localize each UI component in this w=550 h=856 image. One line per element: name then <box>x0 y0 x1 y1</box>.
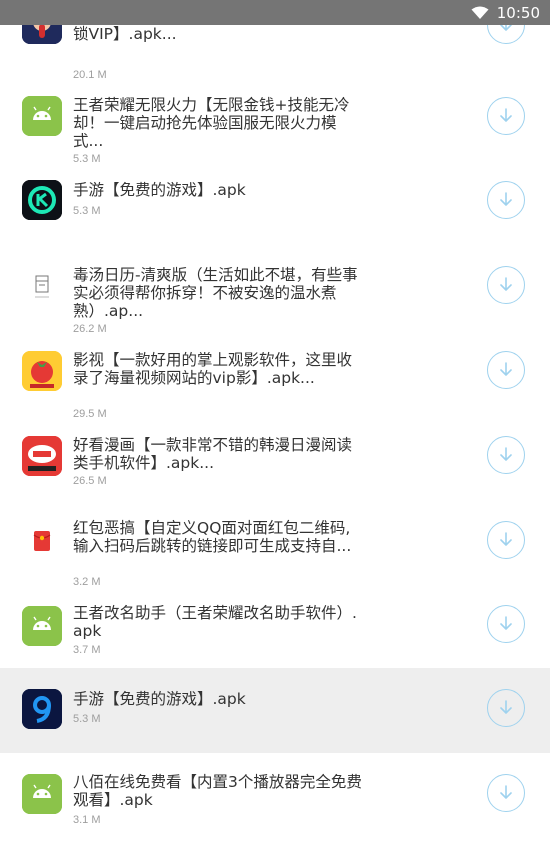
item-title: 八佰在线免费看【内置3个播放器完全免费观看】.apk <box>73 773 362 809</box>
game-9-icon <box>22 689 62 729</box>
download-button[interactable] <box>487 605 525 643</box>
item-title: 毒汤日历-清爽版（生活如此不堪，有些事实必须得帮你拆穿！不被安逸的温水煮熟）.a… <box>73 266 358 320</box>
wifi-icon <box>471 6 489 19</box>
list-item[interactable]: 王者荣耀无限火力【无限金钱+技能无冷却！一键启动抢先体验国服无限火力模式... … <box>0 88 550 173</box>
download-button[interactable] <box>487 181 525 219</box>
calendar-icon <box>22 266 62 306</box>
list-item[interactable]: 手游【免费的游戏】.apk 5.3 M <box>0 173 550 258</box>
list-item[interactable]: 红包恶搞【自定义QQ面对面红包二维码,输入扫码后跳转的链接即可生成支持自... … <box>0 513 550 598</box>
item-size: 3.7 M <box>73 644 101 656</box>
item-size: 5.3 M <box>73 713 101 725</box>
clock: 10:50 <box>496 3 540 22</box>
android-icon <box>22 774 62 814</box>
download-button[interactable] <box>487 774 525 812</box>
item-size: 26.2 M <box>73 323 107 335</box>
android-icon <box>22 606 62 646</box>
download-button[interactable] <box>487 351 525 389</box>
game-k-icon <box>22 180 62 220</box>
status-bar: 10:50 <box>0 0 550 25</box>
tomato-icon <box>22 351 62 391</box>
download-icon <box>500 362 512 376</box>
download-button[interactable] <box>487 266 525 304</box>
download-icon <box>500 785 512 799</box>
list-item-selected[interactable]: 手游【免费的游戏】.apk 5.3 M <box>0 668 550 753</box>
download-icon <box>500 616 512 630</box>
item-title: 好看漫画【一款非常不错的韩漫日漫阅读类手机软件】.apk... <box>73 436 353 472</box>
download-icon <box>500 192 512 206</box>
item-size: 26.5 M <box>73 475 107 487</box>
status-right: 10:50 <box>471 0 540 25</box>
comic-icon <box>22 436 62 476</box>
red-envelope-icon <box>22 521 62 561</box>
item-title: 手游【免费的游戏】.apk <box>73 690 246 708</box>
item-size: 5.3 M <box>73 205 101 217</box>
list-item[interactable]: 八佰在线免费看【内置3个播放器完全免费观看】.apk 3.1 M <box>0 768 550 853</box>
download-icon <box>500 447 512 461</box>
item-size: 3.2 M <box>73 576 101 588</box>
item-title: 影视【一款好用的掌上观影软件，这里收录了海量视频网站的vip影】.apk... <box>73 351 353 387</box>
android-icon <box>22 96 62 136</box>
item-title: 王者荣耀无限火力【无限金钱+技能无冷却！一键启动抢先体验国服无限火力模式... <box>73 96 350 150</box>
download-icon <box>500 532 512 546</box>
item-size: 5.3 M <box>73 153 101 165</box>
download-icon <box>500 700 512 714</box>
download-button[interactable] <box>487 521 525 559</box>
item-title: 手游【免费的游戏】.apk <box>73 181 246 199</box>
item-size: 20.1 M <box>73 69 107 81</box>
download-icon <box>500 277 512 291</box>
download-button[interactable] <box>487 689 525 727</box>
list-item[interactable]: 毒汤日历-清爽版（生活如此不堪，有些事实必须得帮你拆穿！不被安逸的温水煮熟）.a… <box>0 258 550 343</box>
item-title: 红包恶搞【自定义QQ面对面红包二维码,输入扫码后跳转的链接即可生成支持自... <box>73 519 352 555</box>
item-size: 3.1 M <box>73 814 101 826</box>
download-button[interactable] <box>487 436 525 474</box>
item-title: 王者改名助手（王者荣耀改名助手软件）.apk <box>73 604 357 640</box>
download-icon <box>500 108 512 122</box>
list-item[interactable]: 影视【一款好用的掌上观影软件，这里收录了海量视频网站的vip影】.apk... … <box>0 343 550 428</box>
item-size: 29.5 M <box>73 408 107 420</box>
download-button[interactable] <box>487 97 525 135</box>
list-item[interactable]: 好看漫画【一款非常不错的韩漫日漫阅读类手机软件】.apk... 26.5 M <box>0 428 550 513</box>
